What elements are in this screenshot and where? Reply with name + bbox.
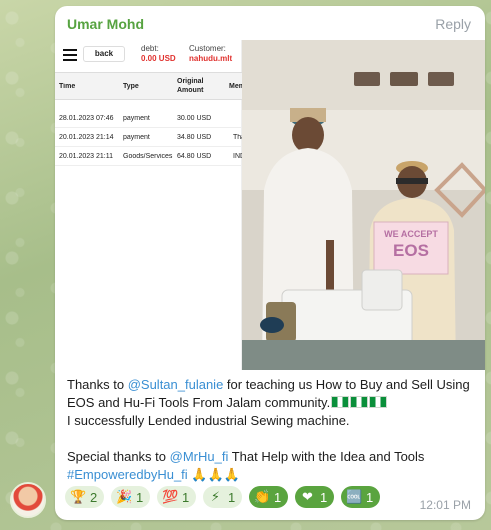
column-header-time: Time: [59, 83, 76, 90]
caption-text: I successfully Lended industrial Sewing …: [67, 413, 350, 428]
row-type: payment: [123, 134, 150, 141]
trophy-icon: 🏆: [70, 489, 87, 504]
row-type: payment: [123, 115, 150, 122]
message-caption: Thanks to @Sultan_fulanie for teaching u…: [67, 376, 477, 484]
reaction-count: 2: [90, 489, 98, 505]
cool-button-icon: 🆒: [346, 489, 363, 504]
sender-avatar[interactable]: [10, 482, 46, 518]
mention-link[interactable]: @Sultan_fulanie: [128, 377, 224, 392]
nigeria-flag-icon: [331, 396, 350, 408]
praying-hands-icon: 🙏🙏🙏: [191, 467, 240, 482]
back-button: back: [83, 46, 125, 62]
mention-link[interactable]: @MrHu_fi: [170, 449, 229, 464]
sign-line-1: WE ACCEPT: [384, 229, 438, 239]
hashtag-link[interactable]: #EmpoweredbyHu_fi: [67, 467, 188, 482]
row-time: 28.01.2023 07:46: [59, 115, 114, 122]
customer-value: nahudu.mlt: [189, 54, 233, 63]
message-timestamp: 12:01 PM: [419, 498, 471, 512]
attached-photo[interactable]: WE ACCEPT EOS: [242, 40, 485, 370]
menu-icon: [63, 49, 77, 61]
reaction-count: 1: [274, 489, 282, 505]
column-header-amount: Original Amount: [177, 78, 204, 94]
sender-name[interactable]: Umar Mohd: [67, 16, 144, 32]
table-row: 20.01.2023 21:11 Goods/Services 64.80 US…: [55, 148, 242, 166]
row-type: Goods/Services: [123, 153, 173, 160]
lightning-icon: ⚡: [210, 489, 221, 504]
reaction-cool[interactable]: 🆒 1: [341, 486, 381, 508]
reaction-hundred[interactable]: 💯 1: [157, 486, 197, 508]
reply-button[interactable]: Reply: [435, 16, 471, 32]
reaction-count: 1: [228, 489, 236, 505]
caption-text: Thanks to: [67, 377, 128, 392]
sign-line-2: EOS: [393, 241, 429, 260]
row-time: 20.01.2023 21:14: [59, 134, 114, 141]
row-amount: 64.80 USD: [177, 153, 212, 160]
table-header: Time Type Original Amount Mem: [55, 72, 242, 100]
reaction-lightning[interactable]: ⚡ 1: [203, 486, 243, 508]
row-memo: IND: [233, 153, 242, 160]
nigeria-flag-icon: [350, 396, 369, 408]
accept-eos-sign: WE ACCEPT EOS: [374, 222, 448, 274]
reaction-count: 1: [320, 489, 328, 505]
message-bubble: Umar Mohd Reply back debt: 0.00 USD Cust…: [55, 6, 485, 520]
hundred-points-icon: 💯: [162, 489, 179, 504]
table-row: 28.01.2023 07:46 payment 30.00 USD: [55, 110, 242, 128]
reaction-count: 1: [366, 489, 374, 505]
reaction-heart[interactable]: ❤ 1: [295, 486, 335, 508]
reaction-count: 1: [136, 489, 144, 505]
reaction-count: 1: [182, 489, 190, 505]
debt-label: debt:: [141, 44, 159, 53]
reaction-party[interactable]: 🎉 1: [111, 486, 151, 508]
row-time: 20.01.2023 21:11: [59, 153, 113, 160]
caption-text: Special thanks to: [67, 449, 170, 464]
debt-value: 0.00 USD: [141, 54, 176, 63]
heart-icon: ❤: [302, 489, 313, 504]
attached-screenshot[interactable]: back debt: 0.00 USD Customer: nahudu.mlt…: [55, 40, 242, 370]
row-memo: Tha: [233, 134, 242, 141]
column-header-type: Type: [123, 83, 139, 90]
screenshot-topbar: back debt: 0.00 USD Customer: nahudu.mlt: [55, 40, 242, 72]
caption-text: That Help with the Idea and Tools: [228, 449, 425, 464]
table-row: 20.01.2023 21:14 payment 34.80 USD Tha: [55, 129, 242, 147]
column-header-memo: Mem: [229, 83, 242, 90]
nigeria-flag-icon: [369, 396, 388, 408]
reaction-clap[interactable]: 👏 1: [249, 486, 289, 508]
clapping-hands-icon: 👏: [254, 489, 271, 504]
customer-label: Customer:: [189, 44, 226, 53]
photo-scene: [242, 40, 485, 370]
reaction-trophy[interactable]: 🏆 2: [65, 486, 105, 508]
party-popper-icon: 🎉: [116, 489, 133, 504]
row-amount: 34.80 USD: [177, 134, 212, 141]
row-amount: 30.00 USD: [177, 115, 212, 122]
